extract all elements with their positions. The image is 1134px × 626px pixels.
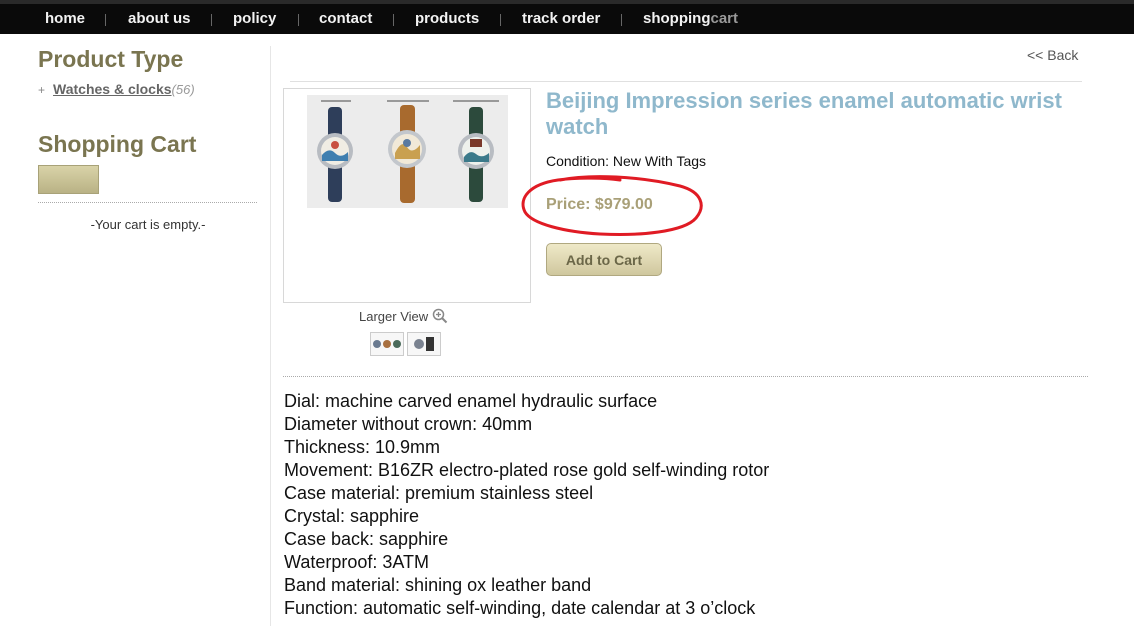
nav-divider (211, 14, 212, 26)
nav-divider (500, 14, 501, 26)
nav-track-order[interactable]: track order (522, 10, 600, 27)
sidebar-divider (38, 202, 257, 203)
thumbnail-watches-image (373, 340, 401, 348)
zoom-in-icon (432, 308, 447, 324)
description-divider (283, 376, 1088, 377)
product-thumbnail[interactable] (370, 332, 404, 356)
description-line: Thickness: 10.9mm (284, 437, 441, 457)
nav-shopping-cart-main: shopping (643, 10, 711, 27)
nav-divider (298, 14, 299, 26)
back-link[interactable]: << Back (1027, 47, 1078, 63)
category-count: (56) (171, 82, 195, 97)
thumbnail-detail-image (414, 337, 434, 351)
header-rule (290, 81, 1082, 82)
description-line: Movement: B16ZR electro-plated rose gold… (284, 460, 770, 480)
nav-divider (105, 14, 106, 26)
product-thumbnail[interactable] (407, 332, 441, 356)
nav-products[interactable]: products (415, 10, 479, 27)
description-line: Waterproof: 3ATM (284, 552, 430, 572)
nav-divider (393, 14, 394, 26)
description-line: Function: automatic self-winding, date c… (284, 598, 756, 618)
product-type-heading: Product Type (38, 46, 184, 72)
product-image (307, 95, 508, 208)
description-line: Crystal: sapphire (284, 506, 420, 526)
product-description: Dial: machine carved enamel hydraulic su… (284, 390, 1084, 620)
add-to-cart-button[interactable]: Add to Cart (546, 243, 662, 276)
nav-home[interactable]: home (45, 10, 85, 27)
plus-icon: + (38, 83, 46, 97)
watches-illustration (307, 95, 508, 208)
product-title: Beijing Impression series enamel automat… (546, 88, 1062, 139)
cart-swatch (38, 165, 99, 194)
condition-text: Condition: New With Tags (546, 153, 707, 169)
description-line: Band material: shining ox leather band (284, 575, 592, 595)
description-line: Diameter without crown: 40mm (284, 414, 533, 434)
nav-contact[interactable]: contact (319, 10, 372, 27)
column-divider (270, 46, 271, 626)
product-image-frame[interactable] (283, 88, 531, 303)
description-line: Dial: machine carved enamel hydraulic su… (284, 391, 658, 411)
larger-view-link[interactable]: Larger View (359, 308, 448, 324)
nav-about-us[interactable]: about us (128, 10, 191, 27)
larger-view-label: Larger View (359, 309, 429, 324)
category-link-watches[interactable]: Watches & clocks (53, 81, 172, 97)
description-line: Case back: sapphire (284, 529, 449, 549)
category-item: + Watches & clocks(56) (38, 81, 195, 97)
top-nav: home about us policy contact products tr… (0, 0, 1134, 34)
price-highlight-annotation (521, 175, 703, 236)
nav-policy[interactable]: policy (233, 10, 276, 27)
shopping-cart-heading: Shopping Cart (38, 131, 197, 157)
nav-shopping-cart[interactable]: shoppingcart (643, 10, 738, 27)
cart-empty-text: -Your cart is empty.- (90, 217, 206, 232)
description-line: Case material: premium stainless steel (284, 483, 594, 503)
nav-shopping-cart-suffix: cart (710, 10, 739, 27)
nav-divider (621, 14, 622, 26)
